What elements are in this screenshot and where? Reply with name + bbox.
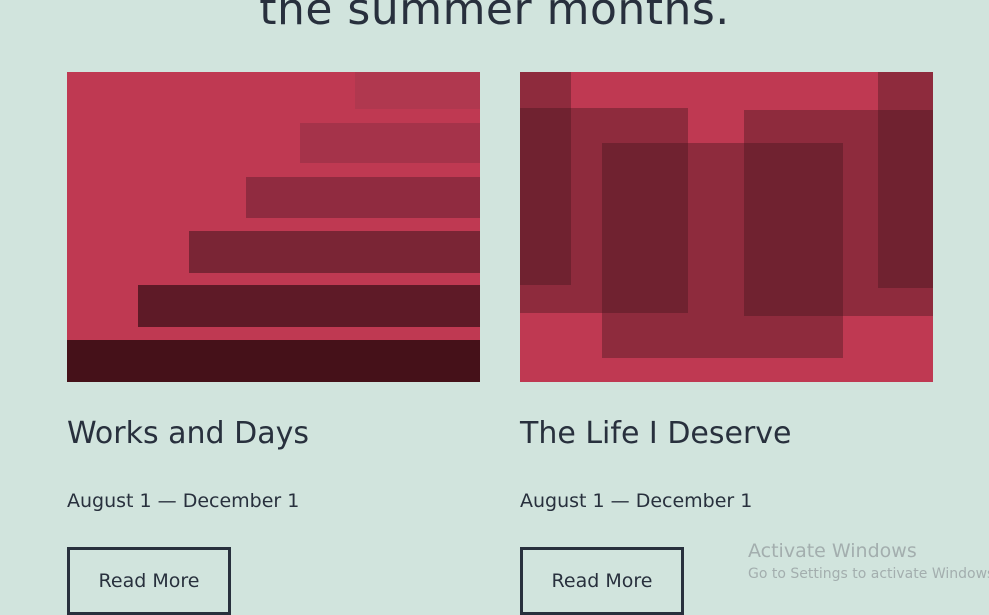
activate-windows-watermark: Activate Windows Go to Settings to activ…: [748, 539, 989, 584]
post-card-the-life-i-deserve: The Life I Deserve August 1 — December 1…: [520, 72, 933, 615]
post-date-works-and-days: August 1 — December 1: [67, 490, 300, 512]
read-more-button-the-life-i-deserve[interactable]: Read More: [520, 547, 684, 615]
post-title-works-and-days[interactable]: Works and Days: [67, 414, 309, 454]
post-date-the-life-i-deserve: August 1 — December 1: [520, 490, 753, 512]
post-image-works-and-days[interactable]: [67, 72, 480, 382]
post-image-the-life-i-deserve[interactable]: [520, 72, 933, 382]
watermark-subtitle: Go to Settings to activate Windows.: [748, 566, 989, 582]
watermark-title: Activate Windows: [748, 540, 917, 562]
read-more-button-works-and-days[interactable]: Read More: [67, 547, 231, 615]
page-headline: the summer months.: [259, 0, 730, 35]
post-card-works-and-days: Works and Days August 1 — December 1 Rea…: [67, 72, 480, 615]
post-title-the-life-i-deserve[interactable]: The Life I Deserve: [520, 414, 792, 454]
